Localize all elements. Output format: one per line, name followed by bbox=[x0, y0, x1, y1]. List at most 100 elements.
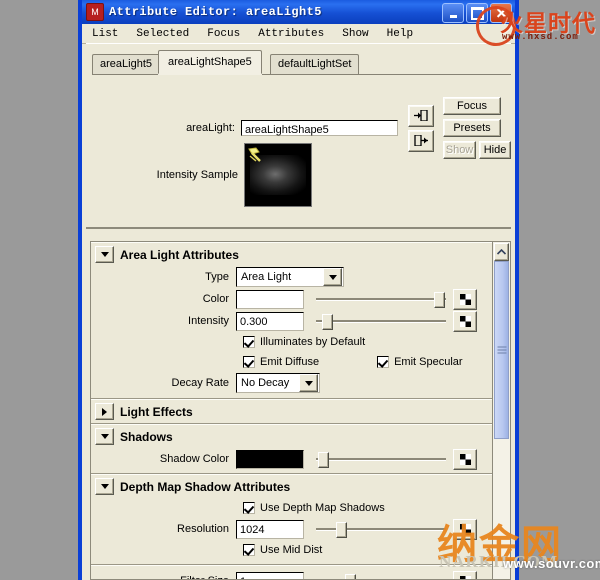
menu-item-list[interactable]: List bbox=[90, 27, 120, 41]
load-attributes-in-icon[interactable] bbox=[408, 104, 434, 127]
row-decay-rate: Decay Rate No Decay bbox=[91, 372, 492, 394]
section-depth-map-shadow: Depth Map Shadow Attributes Use Depth Ma… bbox=[91, 474, 492, 565]
tab-arealightshape5[interactable]: areaLightShape5 bbox=[158, 50, 262, 74]
scrollbar-grip bbox=[497, 346, 506, 354]
tab-strip: areaLight5 areaLightShape5 defaultLightS… bbox=[92, 49, 511, 75]
presets-button[interactable]: Presets bbox=[443, 119, 501, 137]
color-slider[interactable] bbox=[316, 292, 446, 308]
section-header-depth-map[interactable]: Depth Map Shadow Attributes bbox=[91, 475, 492, 498]
slider-thumb[interactable] bbox=[345, 574, 356, 579]
color-label: Color bbox=[202, 293, 229, 305]
expand-toggle-light-effects[interactable] bbox=[95, 403, 114, 420]
vertical-scrollbar[interactable] bbox=[492, 241, 511, 580]
chevron-down-icon[interactable] bbox=[299, 374, 318, 392]
decay-rate-dropdown[interactable]: No Decay bbox=[236, 373, 320, 393]
row-illuminates-by-default: Illuminates by Default bbox=[91, 332, 492, 352]
attribute-scroll-area: Area Light Attributes Type Area Light Co… bbox=[86, 241, 511, 580]
intensity-slider[interactable] bbox=[316, 314, 446, 330]
menu-bar: List Selected Focus Attributes Show Help bbox=[82, 24, 515, 44]
color-map-button[interactable] bbox=[453, 288, 477, 310]
scroll-up-button[interactable] bbox=[494, 243, 509, 261]
node-header-panel: areaLight: areaLightShape5 Focus Presets… bbox=[86, 75, 511, 229]
checker-icon bbox=[459, 523, 471, 535]
checker-icon bbox=[459, 293, 471, 305]
menu-item-help[interactable]: Help bbox=[385, 27, 415, 41]
shadow-color-label: Shadow Color bbox=[159, 453, 229, 465]
slider-thumb[interactable] bbox=[322, 314, 333, 330]
tab-defaultlightset[interactable]: defaultLightSet bbox=[270, 54, 360, 74]
shadow-color-map-button[interactable] bbox=[453, 448, 477, 470]
type-dropdown[interactable]: Area Light bbox=[236, 267, 344, 287]
collapse-toggle-depth-map[interactable] bbox=[95, 478, 114, 495]
row-resolution: Resolution 1024 bbox=[91, 518, 492, 540]
resolution-map-button[interactable] bbox=[453, 518, 477, 540]
section-title-area-light: Area Light Attributes bbox=[120, 247, 239, 262]
row-emit-flags: Emit Diffuse Emit Specular bbox=[91, 352, 492, 372]
use-depth-map-shadows-checkbox[interactable] bbox=[243, 502, 255, 514]
slider-thumb[interactable] bbox=[434, 292, 445, 308]
collapse-toggle-shadows[interactable] bbox=[95, 428, 114, 445]
chevron-down-icon[interactable] bbox=[323, 268, 342, 286]
use-depth-map-shadows-label: Use Depth Map Shadows bbox=[260, 502, 385, 514]
section-dmap-filter: Filter Size 1 Bias 0.001 bbox=[91, 565, 492, 579]
close-button[interactable] bbox=[490, 3, 512, 23]
window-controls bbox=[442, 3, 512, 23]
row-intensity: Intensity 0.300 bbox=[91, 310, 492, 332]
section-header-shadows[interactable]: Shadows bbox=[91, 425, 492, 448]
chevron-up-icon bbox=[497, 249, 506, 255]
section-header-area-light[interactable]: Area Light Attributes bbox=[91, 243, 492, 266]
section-header-light-effects[interactable]: Light Effects bbox=[91, 400, 492, 423]
arealight-label: areaLight: bbox=[186, 122, 235, 134]
collapse-toggle-area-light[interactable] bbox=[95, 246, 114, 263]
menu-item-selected[interactable]: Selected bbox=[134, 27, 191, 41]
emit-diffuse-checkbox[interactable] bbox=[243, 356, 255, 368]
intensity-sample-label: Intensity Sample bbox=[156, 169, 238, 181]
resolution-label: Resolution bbox=[177, 523, 229, 535]
filter-size-map-button[interactable] bbox=[453, 570, 477, 579]
intensity-map-button[interactable] bbox=[453, 310, 477, 332]
filter-size-input[interactable]: 1 bbox=[236, 571, 304, 579]
slider-thumb[interactable] bbox=[318, 452, 329, 468]
row-use-depth-map-shadows: Use Depth Map Shadows bbox=[91, 498, 492, 518]
filter-size-slider[interactable] bbox=[316, 574, 446, 579]
use-mid-dist-checkbox[interactable] bbox=[243, 544, 255, 556]
decay-rate-value: No Decay bbox=[241, 377, 290, 389]
checker-icon bbox=[459, 453, 471, 465]
light-pick-icon bbox=[248, 147, 261, 162]
minimize-button[interactable] bbox=[442, 3, 464, 23]
chevron-right-icon bbox=[102, 407, 107, 416]
checker-icon bbox=[459, 575, 471, 579]
filter-size-label: Filter Size bbox=[91, 575, 236, 579]
section-title-depth-map: Depth Map Shadow Attributes bbox=[120, 479, 291, 494]
resolution-input[interactable]: 1024 bbox=[236, 519, 304, 539]
slider-track bbox=[316, 458, 446, 461]
type-label: Type bbox=[205, 271, 229, 283]
attribute-list: Area Light Attributes Type Area Light Co… bbox=[90, 241, 492, 580]
menu-item-show[interactable]: Show bbox=[340, 27, 370, 41]
decay-rate-label: Decay Rate bbox=[171, 377, 229, 389]
intensity-sample-swatch[interactable] bbox=[244, 143, 312, 207]
resolution-slider[interactable] bbox=[316, 522, 446, 538]
emit-specular-checkbox[interactable] bbox=[377, 356, 390, 368]
editor-client-area: areaLight5 areaLightShape5 defaultLightS… bbox=[86, 43, 511, 580]
tab-arealight5[interactable]: areaLight5 bbox=[92, 54, 160, 74]
intensity-input[interactable]: 0.300 bbox=[236, 311, 304, 331]
section-title-light-effects: Light Effects bbox=[120, 404, 193, 419]
arealight-name-input[interactable]: areaLightShape5 bbox=[241, 120, 398, 136]
maximize-button[interactable] bbox=[466, 3, 488, 23]
shadow-color-swatch[interactable] bbox=[236, 449, 304, 469]
scrollbar-thumb[interactable] bbox=[494, 261, 509, 439]
menu-item-focus[interactable]: Focus bbox=[205, 27, 242, 41]
color-swatch[interactable] bbox=[236, 289, 304, 309]
menu-item-attributes[interactable]: Attributes bbox=[256, 27, 326, 41]
slider-thumb[interactable] bbox=[336, 522, 347, 538]
shadow-color-slider[interactable] bbox=[316, 452, 446, 468]
illuminates-by-default-checkbox[interactable] bbox=[243, 336, 255, 348]
focus-button[interactable]: Focus bbox=[443, 97, 501, 115]
intensity-label: Intensity bbox=[188, 315, 229, 327]
row-type: Type Area Light bbox=[91, 266, 492, 288]
section-title-shadows: Shadows bbox=[120, 429, 173, 444]
maya-app-icon: M bbox=[86, 3, 104, 21]
chevron-down-icon bbox=[100, 484, 109, 489]
chevron-down-icon bbox=[100, 252, 109, 257]
